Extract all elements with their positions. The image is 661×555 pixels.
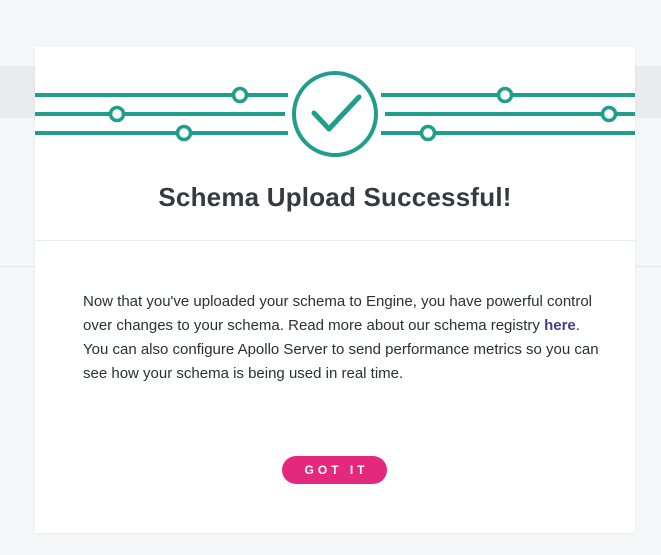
modal-title: Schema Upload Successful! <box>158 182 512 212</box>
got-it-button[interactable]: GOT IT <box>282 456 387 484</box>
schema-registry-link[interactable]: here <box>544 317 576 334</box>
success-modal: Schema Upload Successful! Now that you'v… <box>35 47 635 533</box>
body-paragraph-metrics: You can also configure Apollo Server to … <box>83 341 599 382</box>
modal-body: Now that you've uploaded your schema to … <box>83 290 603 386</box>
modal-divider <box>35 240 635 241</box>
paragraph-text: Now that you've uploaded your schema to … <box>83 293 593 334</box>
paragraph-period: . <box>575 317 580 334</box>
success-illustration <box>35 47 635 197</box>
body-paragraph-registry: Now that you've uploaded your schema to … <box>83 290 603 338</box>
success-checkmark-icon <box>35 71 635 157</box>
